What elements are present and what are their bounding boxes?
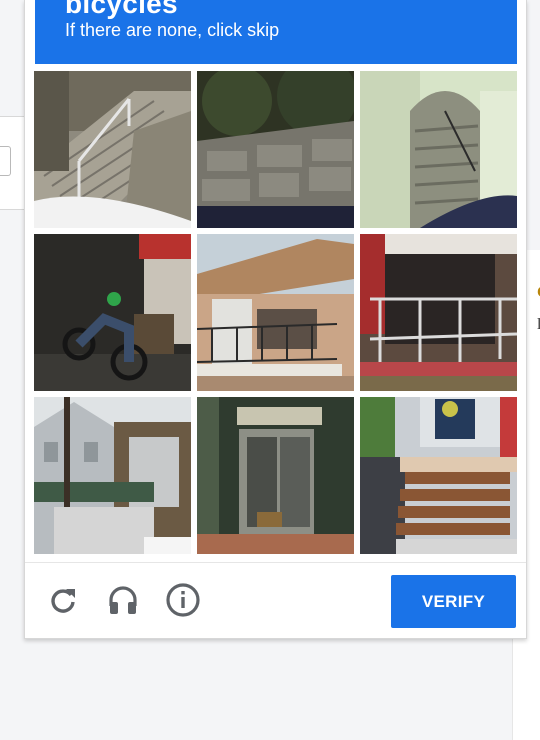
background-input-edge bbox=[0, 146, 11, 176]
audio-challenge-button[interactable] bbox=[104, 583, 142, 621]
captcha-challenge: bicycles If there are none, click skip V… bbox=[24, 0, 527, 639]
verify-button[interactable]: VERIFY bbox=[391, 575, 516, 628]
tile-building-balcony[interactable] bbox=[197, 234, 354, 391]
info-icon bbox=[165, 582, 201, 623]
tile-street-houses[interactable] bbox=[34, 397, 191, 554]
tile-outdoor-concrete-stairs[interactable] bbox=[34, 71, 191, 228]
image-grid bbox=[34, 71, 518, 555]
challenge-instruction: If there are none, click skip bbox=[65, 20, 280, 40]
tile-porch-railing[interactable] bbox=[360, 234, 517, 391]
tile-wooden-porch-stairs[interactable] bbox=[360, 397, 517, 554]
tile-stone-wall[interactable] bbox=[197, 71, 354, 228]
footer-divider bbox=[25, 562, 526, 563]
challenge-target-label: bicycles bbox=[65, 0, 178, 19]
reload-icon bbox=[48, 585, 78, 620]
challenge-header: bicycles If there are none, click skip bbox=[35, 0, 517, 64]
tile-shop-entrance[interactable] bbox=[197, 397, 354, 554]
tile-green-archway-stairs[interactable] bbox=[360, 71, 517, 228]
tile-motorcycle-in-garage[interactable] bbox=[34, 234, 191, 391]
info-button[interactable] bbox=[164, 582, 202, 623]
headphones-icon bbox=[107, 584, 139, 621]
reload-button[interactable] bbox=[44, 583, 82, 621]
